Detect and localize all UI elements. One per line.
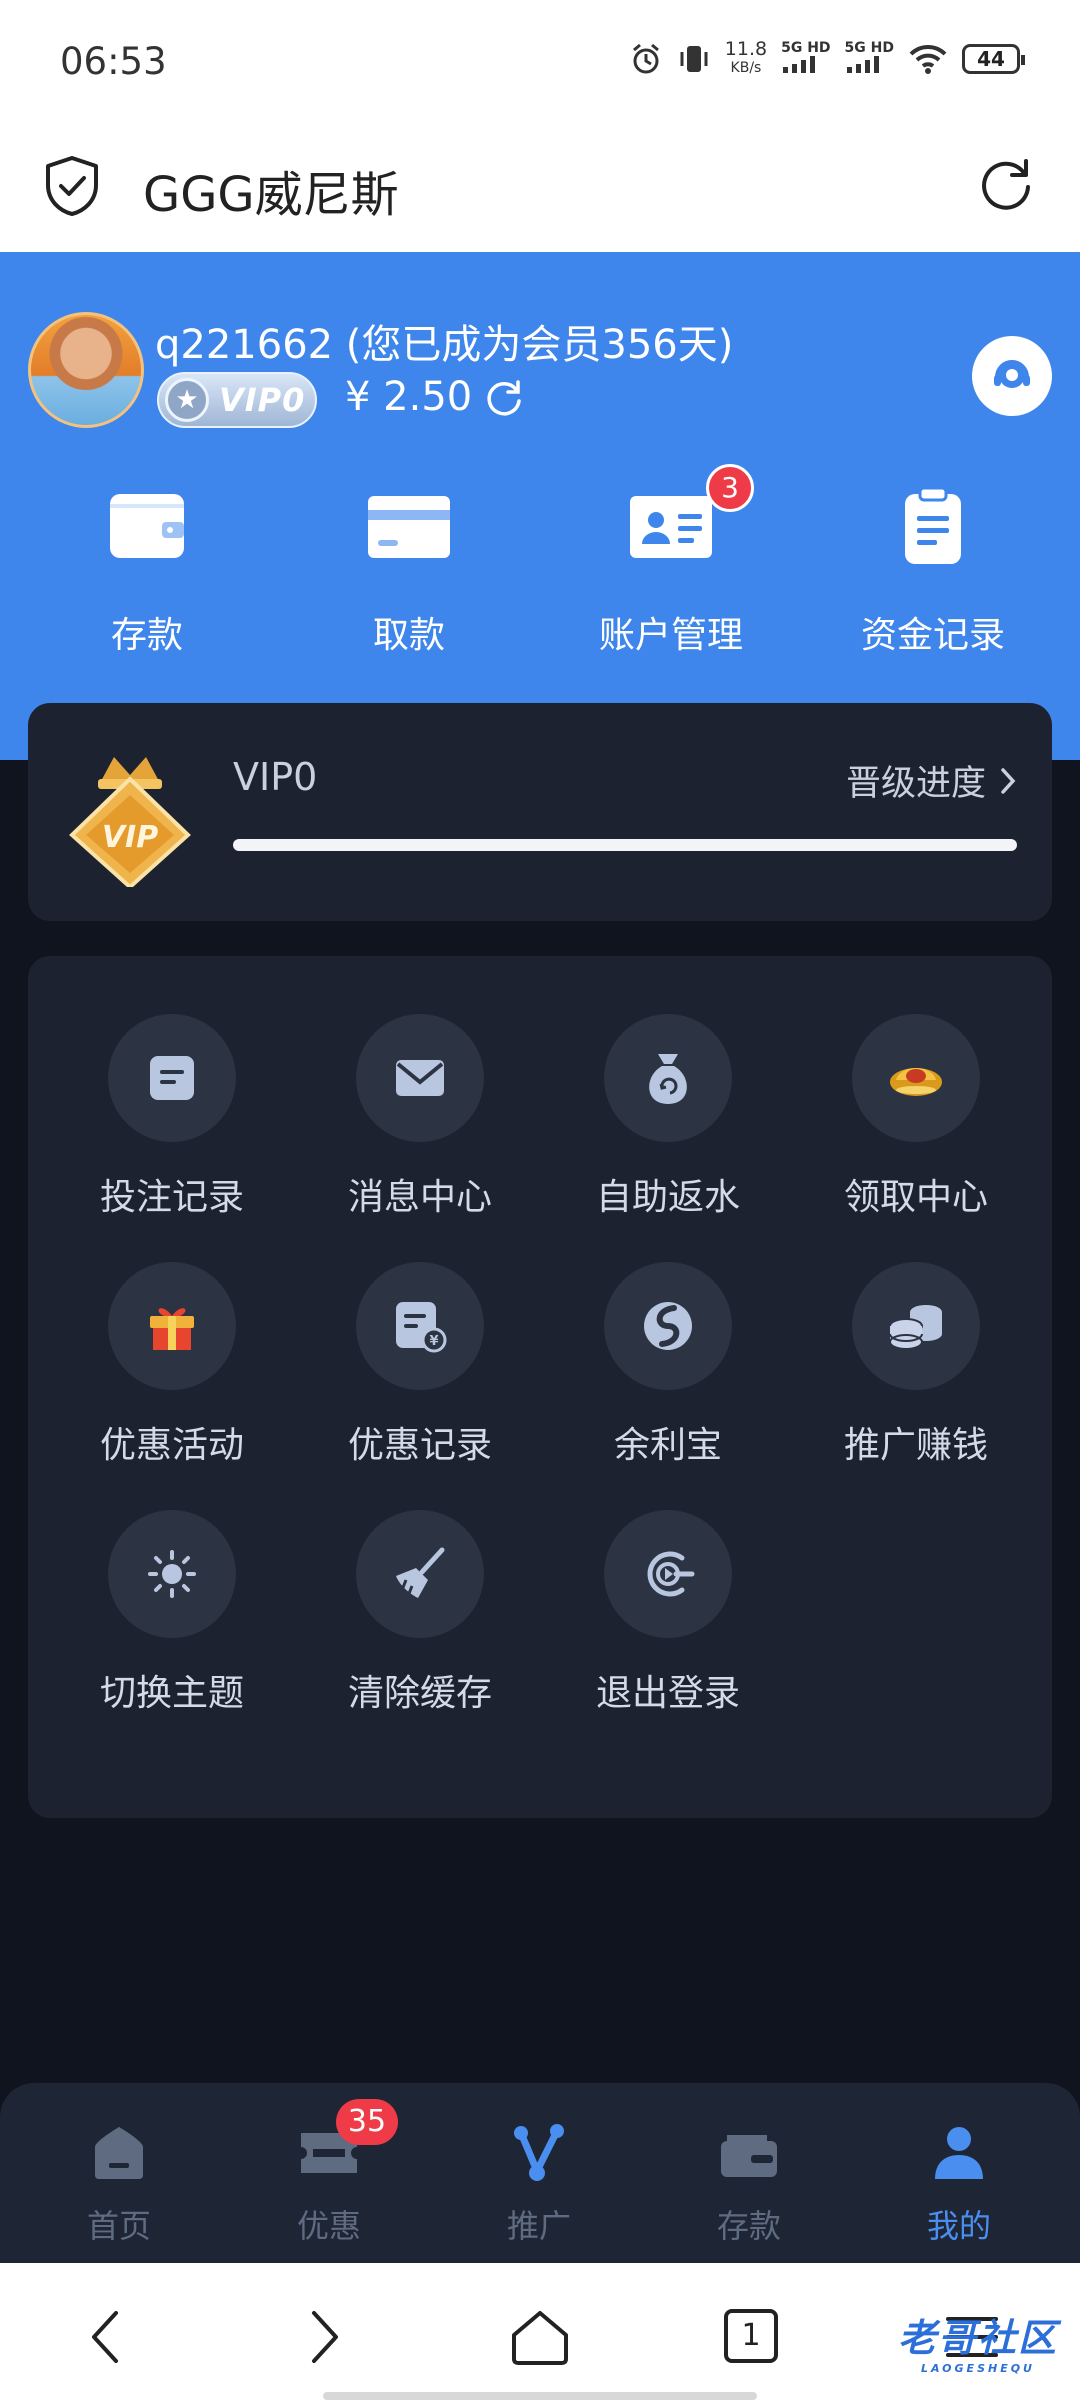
signal-icon xyxy=(783,56,816,73)
signal-icon xyxy=(846,56,879,73)
reload-icon[interactable] xyxy=(976,153,1036,213)
vibrate-icon xyxy=(680,46,708,72)
quick-withdraw[interactable]: 取款 xyxy=(278,484,540,658)
sim1-signal: 5G HD xyxy=(781,41,831,77)
wallet-icon xyxy=(110,494,184,558)
avatar[interactable] xyxy=(28,312,144,428)
profile-header: q221662 (您已成为会员356天) ★ VIP0 ¥ 2.50 存款 取款… xyxy=(0,252,1080,760)
home-icon xyxy=(95,2127,143,2179)
home-button-icon[interactable] xyxy=(508,2305,572,2369)
logout-icon xyxy=(647,1551,695,1597)
user-icon xyxy=(935,2127,983,2179)
coupon-record-icon: ¥ xyxy=(396,1302,447,1353)
page-title: GGG威尼斯 xyxy=(143,167,399,223)
menu-claim-center[interactable]: 领取中心 xyxy=(792,1014,1040,1220)
clipboard-icon xyxy=(905,486,961,564)
menu-promo-records[interactable]: ¥ 优惠记录 xyxy=(296,1262,544,1468)
menu-message-center[interactable]: 消息中心 xyxy=(296,1014,544,1220)
refresh-balance-icon[interactable] xyxy=(484,377,524,417)
nav-home[interactable]: 首页 xyxy=(14,2083,224,2263)
menu-yulibao[interactable]: 余利宝 xyxy=(544,1262,792,1468)
card-icon xyxy=(368,496,450,558)
id-card-icon xyxy=(630,496,712,558)
vip-medal-icon: VIP xyxy=(69,757,191,887)
home-indicator xyxy=(323,2392,757,2400)
star-icon: ★ xyxy=(165,378,209,422)
menu-referral-earn[interactable]: 推广赚钱 xyxy=(792,1262,1040,1468)
menu-switch-theme[interactable]: 切换主题 xyxy=(48,1510,296,1716)
quick-account-management[interactable]: 账户管理 3 xyxy=(540,464,802,658)
bet-record-icon xyxy=(150,1056,194,1100)
vip-progress-bar xyxy=(233,839,1017,851)
menu-card: 投注记录 消息中心 自助返水 领取中心 优惠活动 ¥ 优惠记录 余利宝 推广赚钱… xyxy=(28,956,1052,1818)
tabs-count-button[interactable]: 1 xyxy=(724,2309,778,2363)
gold-ingot-icon xyxy=(890,1068,942,1096)
menu-bet-records[interactable]: 投注记录 xyxy=(48,1014,296,1220)
menu-logout[interactable]: 退出登录 xyxy=(544,1510,792,1716)
gift-icon xyxy=(150,1308,194,1350)
broom-icon xyxy=(396,1547,445,1598)
share-icon xyxy=(514,2124,564,2181)
yulibao-icon xyxy=(644,1302,692,1350)
vip-badge: ★ VIP0 xyxy=(157,372,317,428)
forward-icon[interactable] xyxy=(290,2305,354,2369)
system-nav: 1 老哥社区 LAOGESHEQU xyxy=(0,2263,1080,2408)
network-speed: 11.8 KB/s xyxy=(724,38,768,77)
nav-promotions[interactable]: 优惠 35 xyxy=(224,2083,434,2263)
status-icons: 11.8 KB/s 5G HD 5G HD 44 xyxy=(629,38,1025,78)
sim2-signal: 5G HD xyxy=(845,41,894,77)
menu-clear-cache[interactable]: 清除缓存 xyxy=(296,1510,544,1716)
svg-text:¥: ¥ xyxy=(429,1334,438,1349)
coins-icon xyxy=(889,1305,942,1350)
battery-indicator: 44 xyxy=(962,44,1025,74)
alarm-icon xyxy=(632,43,659,74)
envelope-icon xyxy=(396,1060,444,1096)
username-text: q221662 (您已成为会员356天) xyxy=(155,322,734,368)
wallet-icon xyxy=(721,2135,777,2177)
sun-icon xyxy=(148,1550,196,1598)
headset-icon xyxy=(994,360,1030,388)
customer-service-button[interactable] xyxy=(972,336,1052,416)
quick-deposit[interactable]: 存款 xyxy=(16,484,278,658)
upgrade-progress-link[interactable]: 晋级进度 xyxy=(846,755,1016,806)
nav-profile[interactable]: 我的 xyxy=(854,2083,1064,2263)
nav-referral[interactable]: 推广 xyxy=(434,2083,644,2263)
money-bag-icon xyxy=(649,1054,687,1104)
wifi-icon xyxy=(909,44,947,74)
quick-actions: 存款 取款 账户管理 3 资金记录 xyxy=(0,464,1080,658)
menu-grid: 投注记录 消息中心 自助返水 领取中心 优惠活动 ¥ 优惠记录 余利宝 推广赚钱… xyxy=(28,1014,1052,1716)
svg-text:VIP: VIP xyxy=(102,820,158,855)
chevron-right-icon xyxy=(1001,767,1016,794)
menu-promotions[interactable]: 优惠活动 xyxy=(48,1262,296,1468)
balance-amount: ¥ 2.50 xyxy=(345,374,473,420)
shield-check-icon[interactable] xyxy=(44,155,100,217)
app-bar: GGG威尼斯 xyxy=(0,125,1080,252)
notification-badge: 35 xyxy=(336,2099,398,2145)
status-bar: 06:53 11.8 KB/s 5G HD 5G HD 44 xyxy=(0,0,1080,125)
nav-deposit[interactable]: 存款 xyxy=(644,2083,854,2263)
status-time: 06:53 xyxy=(60,40,167,83)
balance: ¥ 2.50 xyxy=(345,374,524,420)
vip-level-text: VIP0 xyxy=(233,755,318,799)
notification-badge: 3 xyxy=(706,464,754,512)
bottom-nav: 首页 优惠 35 推广 存款 我的 xyxy=(0,2083,1080,2263)
vip-card[interactable]: VIP VIP0 晋级进度 xyxy=(28,703,1052,921)
menu-self-rebate[interactable]: 自助返水 xyxy=(544,1014,792,1220)
quick-fund-records[interactable]: 资金记录 xyxy=(802,484,1064,658)
back-icon[interactable] xyxy=(76,2305,140,2369)
watermark: 老哥社区 LAOGESHEQU xyxy=(897,2316,1058,2375)
